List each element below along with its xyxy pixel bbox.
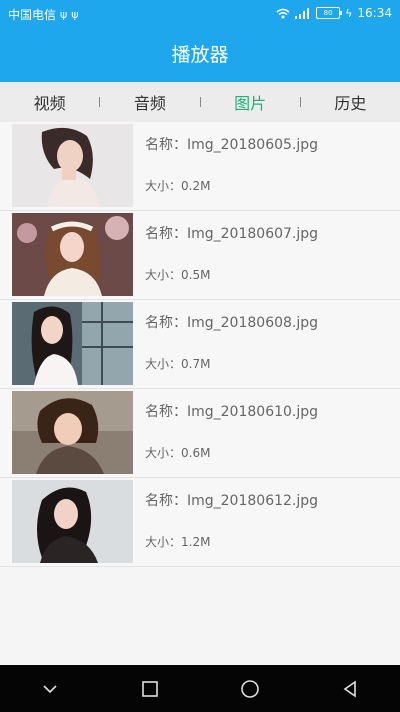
file-size: 大小：1.2M xyxy=(145,535,211,549)
square-icon xyxy=(142,680,158,697)
file-name: 名称：Img_20180612.jpg xyxy=(145,493,319,509)
file-size: 大小：0.7M xyxy=(145,357,211,371)
clock: 16:34 xyxy=(357,6,392,20)
usb-icon: ψ xyxy=(60,8,68,21)
back-triangle-icon xyxy=(343,679,356,698)
back-button[interactable] xyxy=(330,669,370,709)
photo-thumbnail xyxy=(12,124,133,207)
battery-icon: 80 xyxy=(316,7,343,19)
photo-thumbnail xyxy=(12,213,133,296)
file-name: 名称：Img_20180610.jpg xyxy=(145,404,319,420)
wifi-icon xyxy=(276,8,290,18)
tab-audio[interactable]: 音频 xyxy=(100,90,199,114)
file-size: 大小：0.2M xyxy=(145,179,211,193)
home-button[interactable] xyxy=(230,669,270,709)
list-item[interactable]: 名称：Img_20180610.jpg 大小：0.6M xyxy=(0,389,400,478)
file-name: 名称：Img_20180607.jpg xyxy=(145,226,319,242)
system-nav-bar xyxy=(0,665,400,712)
file-size: 大小：0.6M xyxy=(145,446,211,460)
file-size: 大小：0.5M xyxy=(145,268,211,282)
image-list: 名称：Img_20180605.jpg 大小：0.2M 名称：Img_20180… xyxy=(0,122,400,567)
recents-button[interactable] xyxy=(130,669,170,709)
app-bar: 播放器 xyxy=(0,28,400,82)
circle-icon xyxy=(241,679,259,698)
list-item[interactable]: 名称：Img_20180608.jpg 大小：0.7M xyxy=(0,300,400,389)
photo-thumbnail xyxy=(12,480,133,563)
list-item[interactable]: 名称：Img_20180612.jpg 大小：1.2M xyxy=(0,478,400,567)
photo-thumbnail xyxy=(12,391,133,474)
usb-icon: ψ xyxy=(71,8,79,21)
carrier-label: 中国电信 xyxy=(8,8,57,22)
tab-history[interactable]: 历史 xyxy=(301,90,400,114)
file-name: 名称：Img_20180608.jpg xyxy=(145,315,319,331)
list-item[interactable]: 名称：Img_20180605.jpg 大小：0.2M xyxy=(0,122,400,211)
photo-thumbnail xyxy=(12,302,133,385)
signal-icon xyxy=(295,7,310,19)
file-name: 名称：Img_20180605.jpg xyxy=(145,137,319,153)
page-title: 播放器 xyxy=(171,44,229,66)
hide-nav-button[interactable] xyxy=(30,669,70,709)
chevron-down-icon xyxy=(43,684,57,693)
tab-bar: 视频 音频 图片 历史 xyxy=(0,82,400,123)
status-bar: 中国电信 ψ ψ 80 ϟ 16:34 xyxy=(0,0,400,28)
tab-images[interactable]: 图片 xyxy=(201,90,300,114)
tab-video[interactable]: 视频 xyxy=(0,90,99,114)
charging-icon: ϟ xyxy=(345,6,353,20)
list-item[interactable]: 名称：Img_20180607.jpg 大小：0.5M xyxy=(0,211,400,300)
